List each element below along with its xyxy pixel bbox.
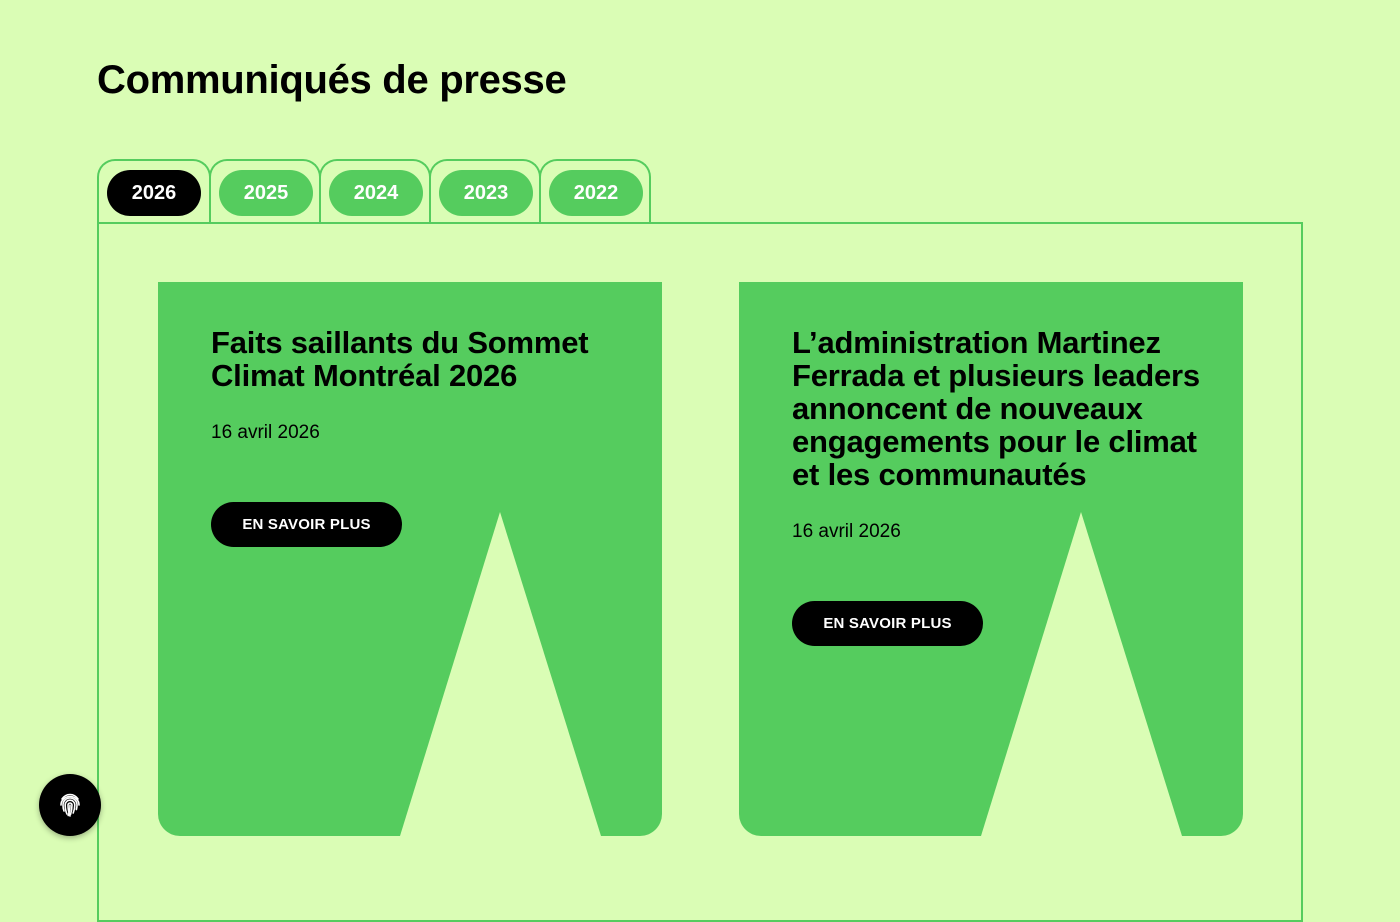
fingerprint-icon xyxy=(60,793,80,817)
card-date: 16 avril 2026 xyxy=(211,422,320,443)
tab-2026: 2026 xyxy=(97,159,211,222)
read-more-button[interactable]: EN SAVOIR PLUS xyxy=(211,502,402,547)
card-title: Faits saillants du Sommet Climat Montréa… xyxy=(211,325,589,393)
tab-2025: 2025 xyxy=(209,159,321,222)
card-date: 16 avril 2026 xyxy=(792,521,901,542)
tab-2022: 2022 xyxy=(539,159,651,222)
page-title: Communiqués de presse xyxy=(97,58,567,102)
tab-2025-button[interactable]: 2025 xyxy=(219,170,313,216)
press-release-card: Faits saillants du Sommet Climat Montréa… xyxy=(158,282,662,836)
tab-2023: 2023 xyxy=(429,159,541,222)
tab-2024: 2024 xyxy=(319,159,431,222)
tab-2023-button[interactable]: 2023 xyxy=(439,170,533,216)
fingerprint-button[interactable] xyxy=(39,774,101,836)
read-more-button[interactable]: EN SAVOIR PLUS xyxy=(792,601,983,646)
tab-2022-button[interactable]: 2022 xyxy=(549,170,643,216)
press-release-card: L’administration Martinez Ferrada et plu… xyxy=(739,282,1243,836)
card-title: L’administration Martinez Ferrada et plu… xyxy=(792,325,1200,492)
year-tabs: 2026 2025 2024 2023 2022 xyxy=(97,159,651,223)
tab-2026-button[interactable]: 2026 xyxy=(107,170,201,216)
tab-2024-button[interactable]: 2024 xyxy=(329,170,423,216)
